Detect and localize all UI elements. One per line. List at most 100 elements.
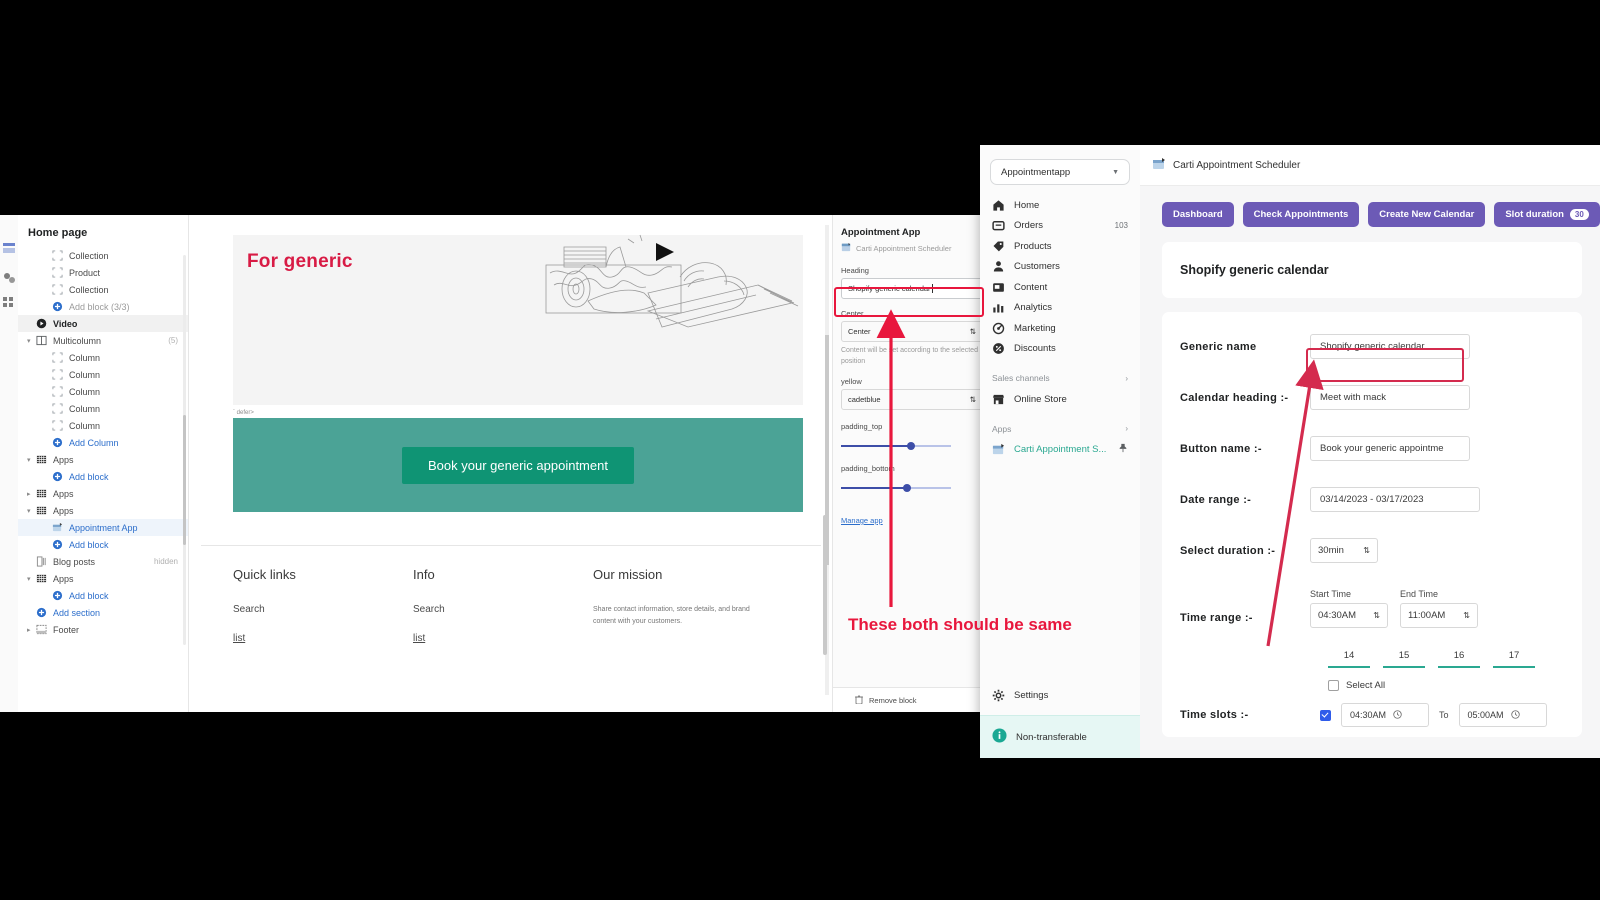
sidebar-item-collection[interactable]: Collection: [18, 247, 188, 264]
sidebar-item-add-column[interactable]: Add Column: [18, 434, 188, 451]
sidebar-scrollbar-thumb[interactable]: [183, 415, 186, 545]
select-all-checkbox[interactable]: [1328, 680, 1339, 691]
panel-scrollbar-thumb[interactable]: [823, 515, 827, 655]
sidebar-item-appointment-app[interactable]: Appointment App: [18, 519, 188, 536]
sidebar-item-products[interactable]: Products: [980, 236, 1140, 257]
slot-to-input[interactable]: 05:00AM: [1458, 703, 1547, 727]
manage-app-link[interactable]: Manage app: [833, 516, 883, 525]
footer-link-list[interactable]: list: [233, 633, 296, 644]
sidebar-item-add-block[interactable]: Add block: [18, 587, 188, 604]
sidebar-item-apps[interactable]: ▾ Apps: [18, 451, 188, 468]
sidebar-item-content[interactable]: Content: [980, 277, 1140, 298]
slot-duration-button[interactable]: Slot duration 30: [1494, 202, 1600, 227]
sidebar-item-orders[interactable]: Orders 103: [980, 216, 1140, 237]
day-tab[interactable]: 16: [1438, 650, 1480, 668]
footer-link-search[interactable]: Search: [413, 604, 445, 615]
check-appointments-button[interactable]: Check Appointments: [1242, 202, 1360, 227]
sidebar-item-apps[interactable]: ▾ Apps: [18, 570, 188, 587]
slider-handle[interactable]: [903, 484, 911, 492]
day-tab[interactable]: 17: [1493, 650, 1535, 668]
admin-nav-list[interactable]: Home Orders 103 Products Customers Content Ana…: [980, 195, 1140, 359]
select-duration-dropdown[interactable]: 30min ⇅: [1310, 538, 1378, 563]
position-select[interactable]: Center ⇅: [841, 321, 983, 342]
shoe-illustration: [545, 234, 799, 328]
sidebar-item-add-block[interactable]: Add block: [18, 468, 188, 485]
non-transferable-banner[interactable]: Non-transferable: [980, 715, 1152, 758]
sidebar-item-online-store[interactable]: Online Store: [980, 389, 1140, 410]
sidebar-item-marketing[interactable]: Marketing: [980, 318, 1140, 339]
chevron-right-icon[interactable]: ▸: [27, 626, 35, 634]
slot-from-input[interactable]: 04:30AM: [1341, 703, 1429, 727]
sidebar-item-footer[interactable]: ▸ Footer: [18, 621, 188, 638]
sidebar-item-blog-posts[interactable]: Blog posts hidden: [18, 553, 188, 570]
apps-rail-icon[interactable]: [2, 295, 16, 309]
store-switcher[interactable]: Appointmentapp ▼: [990, 159, 1130, 185]
sidebar-item-count: hidden: [153, 557, 178, 566]
sidebar-item-carti-appointment-scheduler[interactable]: Carti Appointment S...: [980, 440, 1140, 461]
button-name-input[interactable]: Book your generic appointme: [1310, 436, 1470, 461]
day-tabs[interactable]: 14 15 16 17: [1162, 650, 1582, 668]
sidebar-item-column[interactable]: Column: [18, 417, 188, 434]
end-time-dropdown[interactable]: 11:00AM ⇅: [1400, 603, 1478, 628]
plus-icon: [52, 590, 63, 601]
sidebar-item-apps[interactable]: ▾ Apps: [18, 502, 188, 519]
sidebar-item-video[interactable]: Video: [18, 315, 188, 332]
sidebar-item-apps[interactable]: ▸ Apps: [18, 485, 188, 502]
slider-handle[interactable]: [907, 442, 915, 450]
nav-group-apps[interactable]: Apps ›: [980, 418, 1140, 440]
sidebar-item-collection[interactable]: Collection: [18, 281, 188, 298]
pin-icon[interactable]: [1118, 443, 1128, 456]
sidebar-item-add-block[interactable]: Add block: [18, 536, 188, 553]
sidebar-item-add-block-3-3[interactable]: Add block (3/3): [18, 298, 188, 315]
sidebar-item-add-section[interactable]: Add section: [18, 604, 188, 621]
dashboard-button[interactable]: Dashboard: [1162, 202, 1234, 227]
sidebar-item-label: Add block: [69, 471, 109, 482]
sidebar-item-customers[interactable]: Customers: [980, 257, 1140, 278]
time-slot-checkbox[interactable]: [1320, 709, 1331, 721]
remove-block-button[interactable]: Remove block: [833, 687, 990, 712]
day-tab-underline: [1493, 666, 1535, 668]
sidebar-item-label: Add block: [69, 590, 109, 601]
sidebar-item-column[interactable]: Column: [18, 349, 188, 366]
calendar-heading-input[interactable]: Meet with mack: [1310, 385, 1470, 410]
date-range-input[interactable]: 03/14/2023 - 03/17/2023: [1310, 487, 1480, 512]
sections-icon[interactable]: [2, 241, 16, 255]
sidebar-item-settings[interactable]: Settings: [980, 686, 1140, 707]
day-tab[interactable]: 15: [1383, 650, 1425, 668]
sidebar-item-column[interactable]: Column: [18, 383, 188, 400]
chevron-down-icon[interactable]: ▾: [27, 575, 35, 583]
generic-name-input[interactable]: Shopify generic calendar: [1310, 334, 1470, 359]
sidebar-item-multicolumn[interactable]: ▾ Multicolumn (5): [18, 332, 188, 349]
chevron-right-icon[interactable]: ▸: [27, 490, 35, 498]
padding-top-slider[interactable]: 56px: [841, 440, 990, 452]
create-new-calendar-button[interactable]: Create New Calendar: [1368, 202, 1486, 227]
sidebar-item-product[interactable]: Product: [18, 264, 188, 281]
start-time-dropdown[interactable]: 04:30AM ⇅: [1310, 603, 1388, 628]
sidebar-section-list[interactable]: Collection Product Collection Add block (3/…: [18, 247, 188, 687]
footer-heading: Quick links: [233, 567, 296, 582]
screenshot-stage: Home page Collection Product Collection Add…: [0, 0, 1600, 900]
book-appointment-button[interactable]: Book your generic appointment: [402, 446, 634, 484]
sidebar-item-column[interactable]: Column: [18, 366, 188, 383]
nav-group-sales-channels[interactable]: Sales channels ›: [980, 367, 1140, 389]
color-select[interactable]: cadetblue ⇅: [841, 389, 983, 410]
chevron-down-icon[interactable]: ▾: [27, 507, 35, 515]
select-all-row[interactable]: Select All: [1162, 680, 1582, 691]
theme-settings-icon[interactable]: [2, 271, 16, 285]
sidebar-item-home[interactable]: Home: [980, 195, 1140, 216]
footer-link-search[interactable]: Search: [233, 604, 296, 615]
heading-input-value: Shopify generic calendar: [848, 284, 931, 293]
footer-icon: [36, 624, 47, 635]
padding-bottom-slider[interactable]: 52px: [841, 482, 990, 494]
sidebar-item-analytics[interactable]: Analytics: [980, 298, 1140, 319]
day-tab[interactable]: 14: [1328, 650, 1370, 668]
chevron-down-icon[interactable]: ▾: [27, 456, 35, 464]
footer-link-list[interactable]: list: [413, 633, 445, 644]
sidebar-item-label: Video: [53, 318, 78, 329]
sidebar-item-column[interactable]: Column: [18, 400, 188, 417]
app-action-buttons[interactable]: Dashboard Check Appointments Create New Ca…: [1140, 186, 1600, 227]
start-time-label: Start Time: [1310, 589, 1352, 599]
chevron-down-icon[interactable]: ▾: [27, 337, 35, 345]
heading-input[interactable]: Shopify generic calendar: [841, 278, 983, 299]
sidebar-item-discounts[interactable]: Discounts: [980, 339, 1140, 360]
